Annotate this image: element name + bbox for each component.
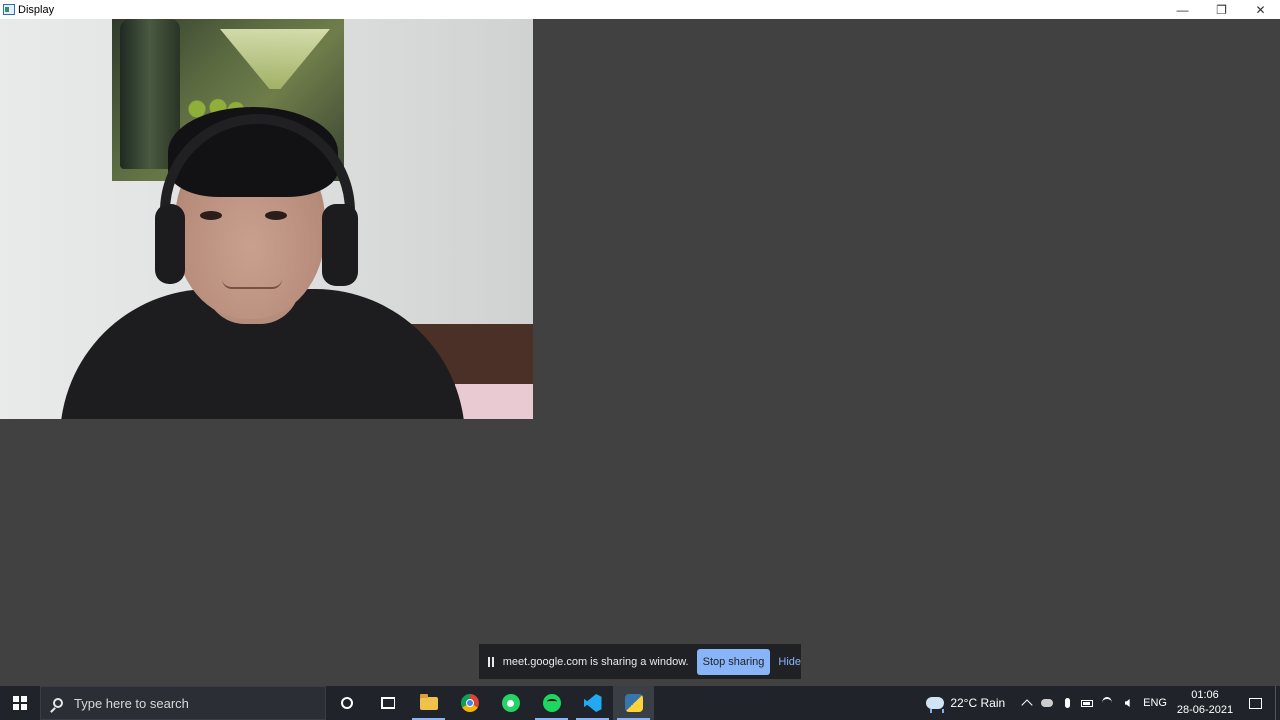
search-icon — [53, 698, 63, 708]
microphone-button[interactable] — [1057, 686, 1077, 720]
volume-button[interactable] — [1117, 686, 1137, 720]
window-title-bar: Display — ❐ ✕ — [0, 0, 1280, 19]
vscode-button[interactable] — [572, 686, 613, 720]
chrome-icon — [460, 694, 479, 712]
rain-cloud-icon[interactable] — [926, 697, 945, 713]
webcam-feed-image — [0, 19, 533, 419]
onedrive-button[interactable] — [1037, 686, 1057, 720]
search-placeholder: Type here to search — [74, 695, 189, 711]
stop-sharing-button[interactable]: Stop sharing — [696, 648, 771, 675]
display-area — [0, 19, 1280, 686]
whatsapp-icon — [501, 694, 520, 712]
share-message: meet.google.com is sharing a window. — [502, 655, 689, 668]
notification-icon — [1248, 697, 1262, 709]
weather-widget[interactable]: 22°C Rain — [950, 696, 1005, 710]
minimize-button[interactable]: — — [1163, 0, 1202, 19]
file-explorer-icon — [419, 693, 438, 710]
microphone-icon — [1064, 698, 1070, 708]
restore-button[interactable]: ❐ — [1202, 0, 1241, 19]
task-view-button[interactable] — [367, 686, 408, 720]
cortana-button[interactable] — [326, 686, 367, 720]
hide-button[interactable]: Hide — [778, 656, 801, 668]
python-button[interactable] — [613, 686, 654, 720]
cortana-icon — [340, 697, 353, 709]
clock-date: 28-06-2021 — [1176, 704, 1234, 716]
chrome-button[interactable] — [449, 686, 490, 720]
battery-button[interactable] — [1077, 686, 1097, 720]
windows-icon — [13, 696, 27, 710]
python-icon — [624, 694, 643, 712]
cloud-icon — [1041, 699, 1054, 707]
start-button[interactable] — [0, 686, 40, 720]
screen-share-notification: meet.google.com is sharing a window. Sto… — [479, 644, 801, 679]
system-tray: 22°C Rain ENG 01:06 28-06-2021 — [926, 686, 1280, 720]
app-icon — [3, 4, 15, 15]
window-controls: — ❐ ✕ — [1163, 0, 1280, 19]
network-button[interactable] — [1097, 686, 1117, 720]
wifi-icon — [1102, 697, 1113, 709]
show-desktop-button[interactable] — [1275, 686, 1280, 720]
spotify-icon — [542, 694, 561, 712]
taskbar-search-box[interactable]: Type here to search — [40, 686, 326, 720]
clock-time: 01:06 — [1191, 689, 1219, 701]
clock[interactable]: 01:06 28-06-2021 — [1175, 688, 1235, 718]
taskbar: Type here to search 22°C Rain ENG 01:06 … — [0, 686, 1280, 720]
vscode-icon — [583, 694, 602, 712]
show-hidden-icons-button[interactable] — [1017, 686, 1037, 720]
language-indicator[interactable]: ENG — [1143, 697, 1167, 709]
close-button[interactable]: ✕ — [1241, 0, 1280, 19]
task-view-icon — [380, 697, 395, 709]
speaker-icon — [1124, 699, 1130, 707]
battery-icon — [1081, 699, 1094, 707]
whatsapp-button[interactable] — [490, 686, 531, 720]
file-explorer-button[interactable] — [408, 686, 449, 720]
drag-handle-icon[interactable] — [488, 656, 494, 667]
spotify-button[interactable] — [531, 686, 572, 720]
chevron-up-icon — [1021, 699, 1033, 711]
action-center-button[interactable] — [1235, 686, 1275, 720]
window-title: Display — [18, 3, 55, 16]
